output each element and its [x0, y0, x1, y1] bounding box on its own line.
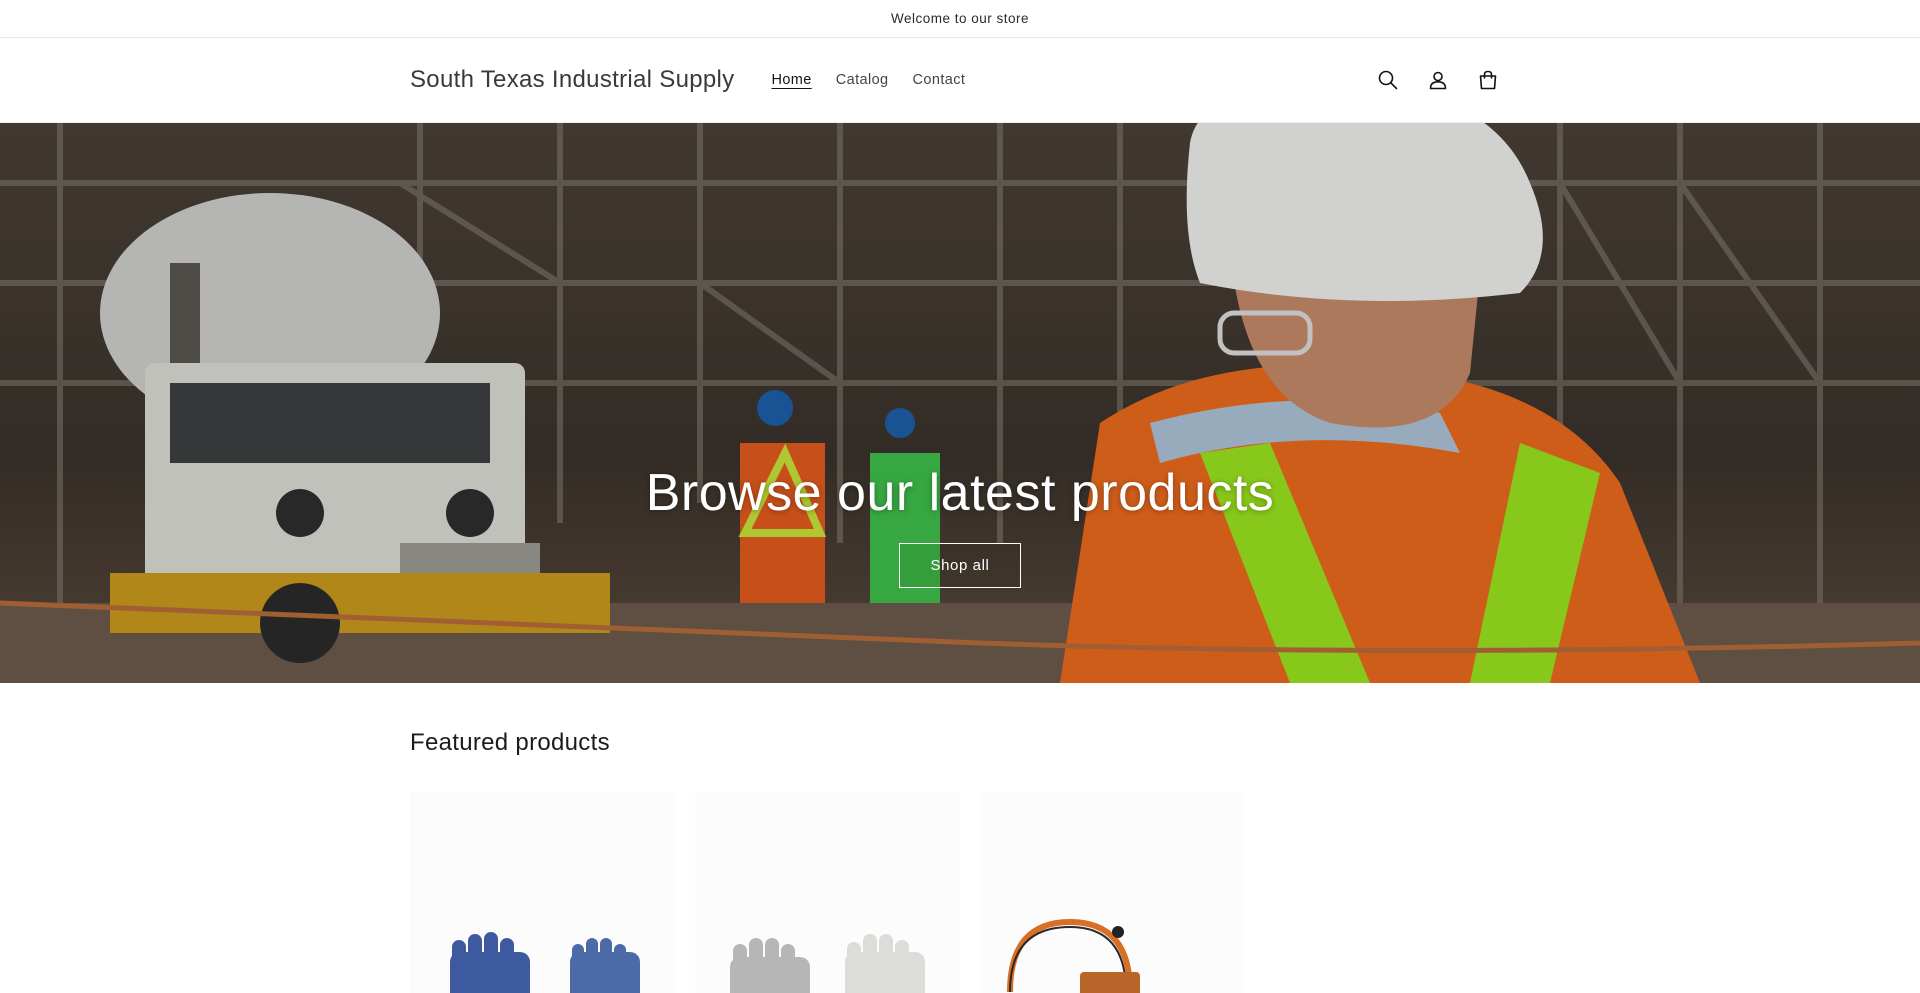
cart-icon — [1479, 70, 1497, 90]
main-nav: Home Catalog Contact — [759, 64, 977, 96]
search-icon — [1378, 70, 1398, 90]
blue-gloves-image — [450, 932, 640, 993]
search-button[interactable] — [1366, 58, 1410, 102]
account-button[interactable] — [1416, 58, 1460, 102]
hero-overlay — [0, 123, 1920, 683]
hero-title: Browse our latest products — [645, 464, 1275, 522]
cart-button[interactable] — [1466, 58, 1510, 102]
product-card-tool-lanyard[interactable] — [980, 792, 1245, 993]
tool-lanyard-image — [1007, 918, 1140, 993]
hero-banner: Browse our latest products Shop all — [0, 123, 1920, 683]
product-grid — [410, 792, 1920, 993]
product-card-gray-gloves[interactable] — [695, 792, 960, 993]
hero-content: Browse our latest products Shop all — [0, 463, 1920, 588]
featured-products-section: Featured products — [0, 683, 1920, 993]
header-icons — [1366, 58, 1510, 102]
nav-contact[interactable]: Contact — [901, 64, 978, 96]
site-title[interactable]: South Texas Industrial Supply — [410, 66, 734, 94]
featured-products-title: Featured products — [410, 729, 610, 756]
shop-all-button[interactable]: Shop all — [899, 543, 1021, 588]
gray-gloves-image — [730, 934, 925, 993]
product-card-blue-gloves[interactable] — [410, 792, 675, 993]
nav-home[interactable]: Home — [759, 64, 823, 96]
header-inner: South Texas Industrial Supply Home Catal… — [410, 38, 1510, 122]
nav-catalog[interactable]: Catalog — [824, 64, 901, 96]
site-header: South Texas Industrial Supply Home Catal… — [0, 38, 1920, 123]
announcement-bar: Welcome to our store — [0, 0, 1920, 38]
account-icon — [1429, 71, 1447, 90]
announcement-text: Welcome to our store — [890, 11, 1030, 26]
